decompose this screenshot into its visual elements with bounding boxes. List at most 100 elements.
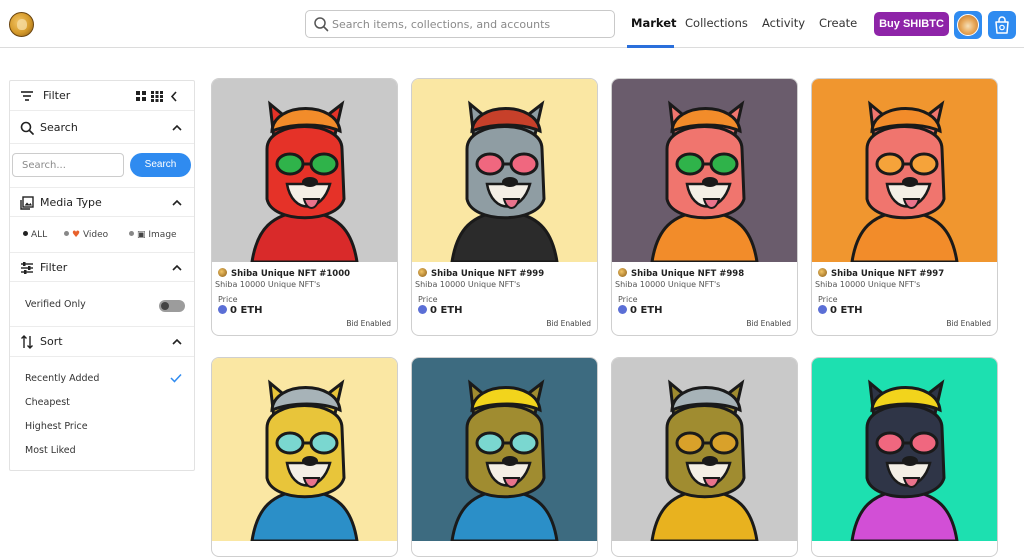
media-type-label: Media Type [40,196,102,209]
media-option-all[interactable]: ALL [23,230,47,240]
nft-card[interactable] [611,357,798,557]
nft-image[interactable] [612,79,797,262]
nft-price-label: Price [218,295,238,304]
nft-card[interactable]: Shiba Unique NFT #1000 Shiba 10000 Unique… [211,78,398,336]
shiba-dog-illustration [450,379,559,541]
chevron-up-icon[interactable] [172,263,182,273]
nft-collection: Shiba 10000 Unique NFT's [215,280,321,289]
nft-price-label: Price [418,295,438,304]
nft-image[interactable] [212,358,397,541]
nav-create[interactable]: Create [819,16,857,30]
cart-button[interactable] [988,11,1016,39]
media-type-section-header[interactable]: Media Type [10,187,194,217]
top-header: Market Collections Activity Create Buy S… [0,0,1024,48]
nft-card[interactable]: Shiba Unique NFT #999 Shiba 10000 Unique … [411,78,598,336]
collection-logo-icon [218,268,227,277]
chevron-up-icon[interactable] [172,337,182,347]
nft-card[interactable] [811,357,998,557]
media-icon [20,196,34,210]
nft-price: 0 ETH [418,305,462,316]
nft-title: Shiba Unique NFT #997 [818,268,944,279]
search-section-header[interactable]: Search [10,112,194,144]
filter-lines-icon [21,91,33,101]
checkmark-icon [170,373,182,383]
media-option-image[interactable]: ▣ Image [129,230,177,240]
search-icon [20,121,34,135]
nft-title: Shiba Unique NFT #999 [418,268,544,279]
nft-image[interactable] [212,79,397,262]
nft-title: Shiba Unique NFT #998 [618,268,744,279]
shiba-dog-illustration [450,100,559,262]
search-section-label: Search [40,121,78,134]
shiba-dog-illustration [250,100,359,262]
filter-section-label: Filter [40,261,68,274]
filter-section-header[interactable]: Filter [10,252,194,282]
collection-logo-icon [418,268,427,277]
verified-only-label: Verified Only [25,299,86,310]
sort-option-cheapest[interactable]: Cheapest [25,397,70,408]
ethereum-icon [218,305,227,314]
sidebar-search-button[interactable]: Search [130,153,191,177]
chevron-up-icon[interactable] [172,123,182,133]
nft-price: 0 ETH [618,305,662,316]
shiba-dog-illustration [650,100,759,262]
shiba-dog-illustration [650,379,759,541]
filter-header: Filter [10,81,194,111]
global-search-input[interactable] [332,15,608,33]
nft-card[interactable] [411,357,598,557]
nft-card[interactable]: Shiba Unique NFT #997 Shiba 10000 Unique … [811,78,998,336]
nft-image[interactable] [812,79,997,262]
media-option-video[interactable]: ♥ Video [64,230,108,240]
sliders-icon [21,262,33,274]
camera-icon: ▣ [137,230,146,240]
profile-avatar[interactable] [954,11,982,39]
sort-option-highest-price[interactable]: Highest Price [25,421,88,432]
nft-bid-status: Bid Enabled [746,319,791,328]
nft-bid-status: Bid Enabled [946,319,991,328]
logo-icon[interactable] [9,12,34,37]
nft-bid-status: Bid Enabled [346,319,391,328]
filter-sidebar: Filter Search Search Media Type ALL ♥ Vi… [9,80,195,471]
nft-collection: Shiba 10000 Unique NFT's [815,280,921,289]
nft-card[interactable] [211,357,398,557]
rainbow-icon: ♥ [72,230,81,240]
nft-image[interactable] [412,79,597,262]
sort-option-recently-added[interactable]: Recently Added [25,373,99,384]
chevron-up-icon[interactable] [172,198,182,208]
sort-section-header[interactable]: Sort [10,326,194,357]
shiba-dog-illustration [850,379,959,541]
nav-market[interactable]: Market [631,16,677,30]
collection-logo-icon [618,268,627,277]
nft-image[interactable] [612,358,797,541]
nft-title: Shiba Unique NFT #1000 [218,268,350,279]
grid-view-icon[interactable] [136,91,180,102]
nft-card[interactable]: Shiba Unique NFT #998 Shiba 10000 Unique … [611,78,798,336]
filter-header-label: Filter [43,89,71,102]
sort-section-label: Sort [40,335,63,348]
ethereum-icon [618,305,627,314]
nft-price-label: Price [818,295,838,304]
nft-collection: Shiba 10000 Unique NFT's [415,280,521,289]
nft-price-label: Price [618,295,638,304]
collection-logo-icon [818,268,827,277]
ethereum-icon [818,305,827,314]
buy-shibtc-button[interactable]: Buy SHIBTC [874,12,949,36]
sidebar-search-input[interactable] [12,153,124,177]
verified-only-toggle[interactable] [159,300,185,312]
nav-collections[interactable]: Collections [685,16,748,30]
nft-price: 0 ETH [218,305,262,316]
nft-image[interactable] [412,358,597,541]
global-search[interactable] [305,10,615,38]
shiba-dog-illustration [250,379,359,541]
shiba-dog-illustration [850,100,959,262]
nft-price: 0 ETH [818,305,862,316]
sort-option-most-liked[interactable]: Most Liked [25,445,76,456]
avatar-image [957,14,979,36]
ethereum-icon [418,305,427,314]
shopping-bag-icon [995,16,1009,34]
nft-bid-status: Bid Enabled [546,319,591,328]
nft-collection: Shiba 10000 Unique NFT's [615,280,721,289]
nft-image[interactable] [812,358,997,541]
nav-activity[interactable]: Activity [762,16,805,30]
active-nav-indicator [627,45,674,48]
